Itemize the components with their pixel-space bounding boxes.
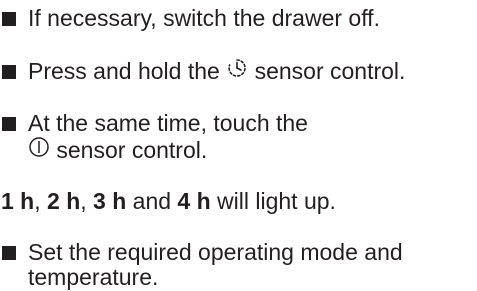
step-3-line-2-text: sensor control. xyxy=(50,137,208,163)
bullet-square xyxy=(2,246,16,260)
final-step-line-1: Set the required operating mode and xyxy=(28,239,403,265)
bullet-square xyxy=(2,117,16,131)
result-4h: 4 h xyxy=(177,188,211,214)
power-icon xyxy=(28,136,50,164)
step-3-line-1: At the same time, touch the xyxy=(28,110,308,136)
result-sep-1: , xyxy=(34,188,48,214)
timer-icon xyxy=(226,57,248,85)
step-2-text-after: sensor control. xyxy=(248,58,406,84)
final-step-line-2: temperature. xyxy=(28,264,159,290)
step-2-text: Press and hold the sensor control. xyxy=(28,58,405,87)
result-2h: 2 h xyxy=(47,188,81,214)
bullet-square xyxy=(2,12,16,26)
step-3-line-2: sensor control. xyxy=(28,137,207,166)
result-sep-2: , xyxy=(80,188,94,214)
result-3h: 3 h xyxy=(93,188,127,214)
result-1h: 1 h xyxy=(1,188,35,214)
result-tail: will light up. xyxy=(210,188,336,214)
bullet-square xyxy=(2,65,16,79)
result-text: 1 h, 2 h, 3 h and 4 h will light up. xyxy=(1,188,336,215)
step-1-text: If necessary, switch the drawer off. xyxy=(28,5,380,31)
step-2-text-before: Press and hold the xyxy=(28,58,227,84)
result-sep-3: and xyxy=(126,188,178,214)
